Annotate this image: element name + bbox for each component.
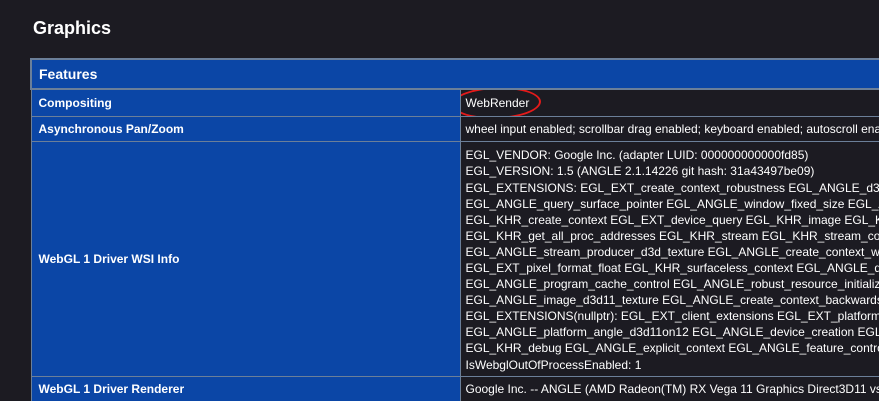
wsi-line: EGL_EXTENSIONS: EGL_EXT_create_context_r… (465, 180, 879, 195)
wsi-line: EGL_ANGLE_image_d3d11_texture EGL_ANGLE_… (465, 293, 879, 308)
wsi-line: EGL_ANGLE_stream_producer_d3d_texture EG… (465, 244, 879, 259)
wsi-line: EGL_KHR_create_context EGL_EXT_device_qu… (465, 212, 879, 227)
highlighted-value: WebRender (461, 89, 542, 116)
compositing-value-cell: WebRender (459, 88, 879, 117)
compositing-value: WebRender (465, 96, 530, 110)
table-row-wsi: WebGL 1 Driver WSI Info EGL_VENDOR: Goog… (30, 141, 879, 377)
features-table-container[interactable]: Features Compositing WebRender Asynchron… (30, 58, 879, 401)
wsi-value-cell: EGL_VENDOR: Google Inc. (adapter LUID: 0… (459, 141, 879, 377)
wsi-line: EGL_KHR_debug EGL_ANGLE_explicit_context… (465, 341, 879, 356)
renderer-label: WebGL 1 Driver Renderer (30, 376, 461, 401)
wsi-line: EGL_EXTENSIONS(nullptr): EGL_EXT_client_… (465, 309, 879, 324)
table-row-compositing: Compositing WebRender (30, 88, 879, 117)
wsi-line: IsWebglOutOfProcessEnabled: 1 (465, 357, 642, 372)
wsi-line: EGL_EXT_pixel_format_float EGL_KHR_surfa… (465, 261, 879, 275)
wsi-label: WebGL 1 Driver WSI Info (30, 141, 461, 377)
table-row-renderer: WebGL 1 Driver Renderer Google Inc. -- A… (30, 376, 879, 401)
table-header-row: Features (30, 58, 879, 90)
about-support-page: Graphics Features Compositing WebRender (0, 0, 879, 401)
features-table: Features Compositing WebRender Asynchron… (30, 58, 879, 401)
features-header: Features (30, 58, 879, 90)
wsi-line: EGL_ANGLE_platform_angle_d3d11on12 EGL_A… (465, 325, 879, 340)
table-row-apz: Asynchronous Pan/Zoom wheel input enable… (30, 116, 879, 142)
wsi-line: EGL_ANGLE_program_cache_control EGL_ANGL… (465, 277, 879, 292)
wsi-line: EGL_ANGLE_query_surface_pointer EGL_ANGL… (465, 196, 879, 211)
section-title: Graphics (33, 18, 112, 38)
wsi-line: EGL_KHR_get_all_proc_addresses EGL_KHR_s… (465, 228, 879, 243)
compositing-label: Compositing (30, 88, 461, 117)
wsi-line: EGL_VERSION: 1.5 (ANGLE 2.1.14226 git ha… (465, 164, 815, 179)
wsi-lines: EGL_VENDOR: Google Inc. (adapter LUID: 0… (466, 145, 879, 372)
wsi-line: EGL_VENDOR: Google Inc. (adapter LUID: 0… (465, 148, 809, 163)
renderer-value: Google Inc. -- ANGLE (AMD Radeon(TM) RX … (459, 376, 879, 401)
apz-value: wheel input enabled; scrollbar drag enab… (459, 116, 879, 142)
apz-label: Asynchronous Pan/Zoom (30, 116, 461, 142)
